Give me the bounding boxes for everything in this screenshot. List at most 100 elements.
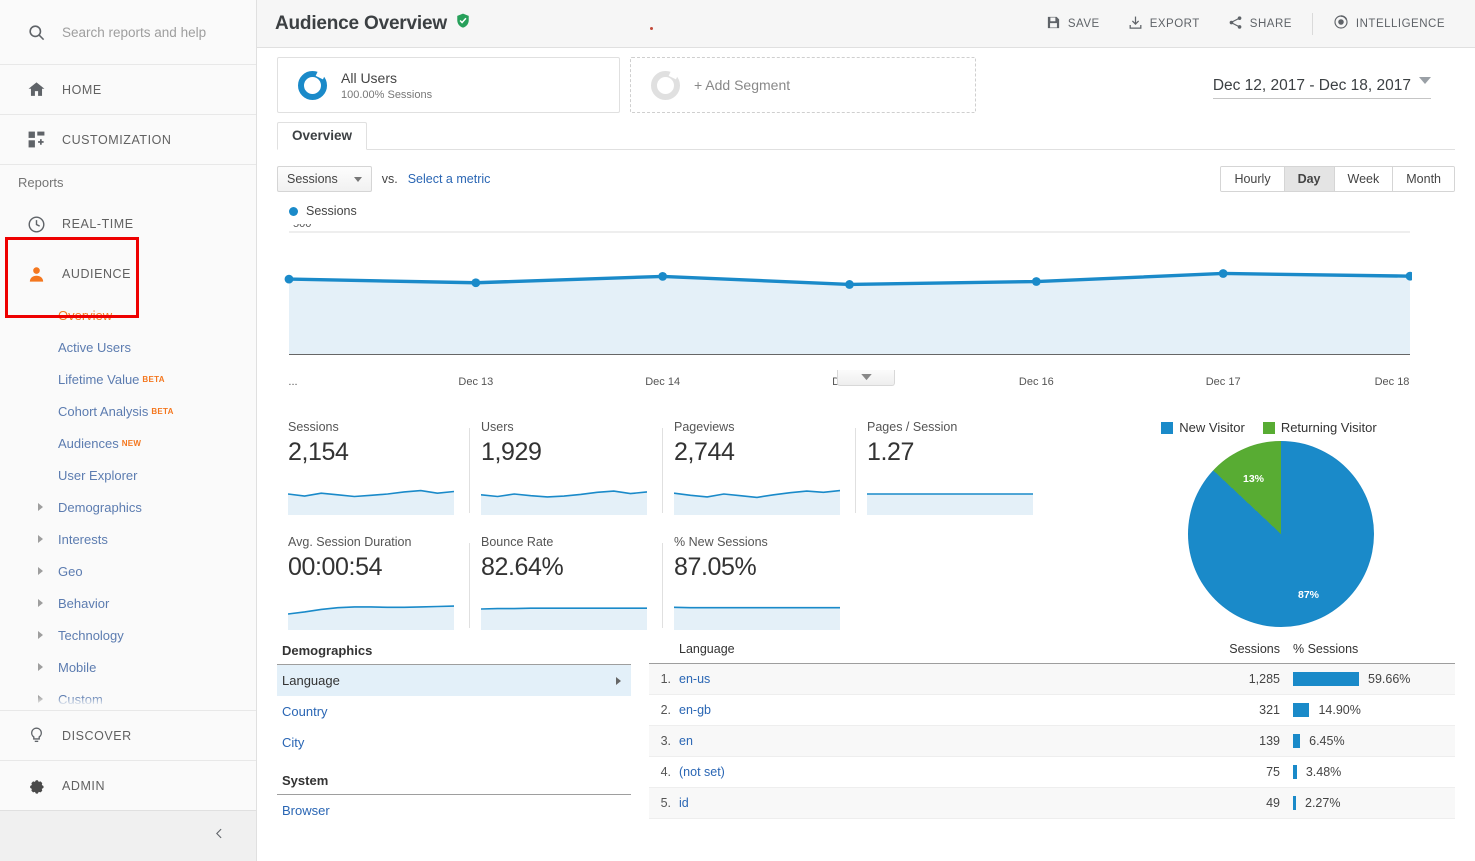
metric-card-value: 1,929 xyxy=(481,438,542,466)
add-segment-button[interactable]: + Add Segment xyxy=(630,57,976,113)
sidebar-item-label: Custom xyxy=(58,691,103,707)
row-language[interactable]: en xyxy=(679,734,1220,748)
row-sessions: 75 xyxy=(1266,765,1280,779)
share-label: SHARE xyxy=(1249,17,1292,30)
metric-select-dropdown[interactable]: Sessions xyxy=(277,166,372,192)
demographics-item-label: City xyxy=(282,735,305,750)
granularity-month[interactable]: Month xyxy=(1393,167,1454,191)
metric-card[interactable]: Sessions 2,154 xyxy=(277,420,470,521)
date-range-text: Dec 12, 2017 - Dec 18, 2017 xyxy=(1212,76,1411,94)
table-row[interactable]: 4. (not set) 75 3.48% xyxy=(649,757,1455,788)
demographics-item-label: Country xyxy=(282,704,328,719)
page-title: Audience Overview xyxy=(275,12,471,35)
granularity-toggle: Hourly Day Week Month xyxy=(1220,166,1455,192)
x-axis-tick: ... xyxy=(288,376,298,388)
metric-sparkline xyxy=(673,588,840,636)
row-index: 4. xyxy=(660,765,671,779)
table-row[interactable]: 2. en-gb 321 14.90% xyxy=(649,695,1455,726)
row-language[interactable]: en-gb xyxy=(679,703,1220,717)
system-item-browser[interactable]: Browser xyxy=(277,795,631,826)
sidebar-collapse-button[interactable] xyxy=(0,810,256,861)
sidebar-item-active-users[interactable]: Active Users xyxy=(0,331,256,363)
table-row[interactable]: 5. id 49 2.27% xyxy=(649,788,1455,819)
segment-all-users[interactable]: All Users 100.00% Sessions xyxy=(277,57,620,113)
search-input[interactable] xyxy=(58,24,238,40)
sidebar-item-label: Mobile xyxy=(58,659,97,675)
sidebar-item-label: DISCOVER xyxy=(62,728,132,743)
x-axis-tick: Dec 13 xyxy=(458,376,494,388)
intelligence-button[interactable]: INTELLIGENCE xyxy=(1319,9,1459,39)
metric-card-label: Pages / Session xyxy=(867,420,958,434)
sidebar-item-geo[interactable]: Geo xyxy=(0,555,256,587)
export-button[interactable]: EXPORT xyxy=(1114,9,1214,39)
share-button[interactable]: SHARE xyxy=(1214,9,1306,39)
demographics-item-city[interactable]: City xyxy=(277,727,631,758)
row-index: 3. xyxy=(660,734,671,748)
row-language[interactable]: id xyxy=(679,796,1220,810)
sidebar-item-real-time[interactable]: REAL-TIME xyxy=(0,199,256,249)
sessions-line-chart[interactable]: 250500 xyxy=(277,218,1455,386)
chart-expand-handle[interactable] xyxy=(837,370,895,386)
export-label: EXPORT xyxy=(1149,17,1200,30)
sidebar-item-customization[interactable]: CUSTOMIZATION xyxy=(0,115,256,165)
date-range-picker[interactable]: Dec 12, 2017 - Dec 18, 2017 xyxy=(1212,72,1431,99)
table-row[interactable]: 1. en-us 1,285 59.66% xyxy=(649,664,1455,695)
sidebar-item-demographics[interactable]: Demographics xyxy=(0,491,256,523)
table-body: 1. en-us 1,285 59.66% 2. en-gb 321 14.90% 3. en 13… xyxy=(649,664,1455,819)
granularity-hourly[interactable]: Hourly xyxy=(1221,167,1285,191)
pie-graphic[interactable]: 13% 87% xyxy=(1188,441,1374,627)
report-content: Overview Sessions vs. Select a metric Ho… xyxy=(257,122,1475,861)
sidebar-item-audiences[interactable]: Audiences NEW xyxy=(0,427,256,459)
chevron-right-icon xyxy=(38,535,43,543)
metric-card-value: 2,154 xyxy=(288,438,349,466)
sidebar-item-discover[interactable]: DISCOVER xyxy=(0,710,256,760)
x-axis-tick: Dec 18 xyxy=(1374,376,1410,388)
clock-icon xyxy=(14,215,58,234)
metric-card[interactable]: % New Sessions 87.05% xyxy=(663,535,856,636)
tab-overview[interactable]: Overview xyxy=(277,122,368,150)
modified-indicator-dot xyxy=(650,27,653,30)
demographics-item-country[interactable]: Country xyxy=(277,696,631,727)
sidebar-item-audience[interactable]: AUDIENCE xyxy=(0,249,256,299)
metric-card[interactable]: Pages / Session 1.27 xyxy=(856,420,1049,521)
tab-label: Overview xyxy=(292,128,353,143)
metric-card[interactable]: Pageviews 2,744 xyxy=(663,420,856,521)
metric-sparkline xyxy=(480,588,647,636)
sidebar-item-home[interactable]: HOME xyxy=(0,65,256,115)
sidebar-item-cohort-analysis[interactable]: Cohort Analysis BETA xyxy=(0,395,256,427)
save-button[interactable]: SAVE xyxy=(1032,9,1114,39)
table-row[interactable]: 3. en 139 6.45% xyxy=(649,726,1455,757)
chevron-right-icon xyxy=(38,567,43,575)
visitor-pie-chart: New Visitor Returning Visitor 13% 87% xyxy=(1049,420,1455,627)
demographics-item-language[interactable]: Language xyxy=(277,665,631,696)
sidebar-item-technology[interactable]: Technology xyxy=(0,619,256,651)
sidebar-item-overview[interactable]: Overview xyxy=(0,299,256,331)
metric-card[interactable]: Avg. Session Duration 00:00:54 xyxy=(277,535,470,636)
legend-color-swatch xyxy=(289,206,298,216)
row-pct-label: 14.90% xyxy=(1318,703,1361,717)
pie-slice-label-new: 87% xyxy=(1298,589,1320,601)
chevron-down-icon xyxy=(353,176,362,182)
metric-card[interactable]: Bounce Rate 82.64% xyxy=(470,535,663,636)
metric-card-label: % New Sessions xyxy=(674,535,768,549)
sidebar-item-mobile[interactable]: Mobile xyxy=(0,651,256,683)
sidebar-item-label: Active Users xyxy=(58,339,131,355)
sidebar-item-behavior[interactable]: Behavior xyxy=(0,587,256,619)
row-pct-bar xyxy=(1293,703,1310,717)
granularity-week[interactable]: Week xyxy=(1334,167,1394,191)
metric-card[interactable]: Users 1,929 xyxy=(470,420,663,521)
row-pct-cell: 3.48% xyxy=(1280,765,1455,779)
row-language[interactable]: en-us xyxy=(679,672,1220,686)
home-icon xyxy=(14,80,58,99)
sidebar-item-admin[interactable]: ADMIN xyxy=(0,760,256,810)
select-metric-link[interactable]: Select a metric xyxy=(408,172,491,186)
page-title-text: Audience Overview xyxy=(275,12,447,34)
sidebar-item-user-explorer[interactable]: User Explorer xyxy=(0,459,256,491)
row-language[interactable]: (not set) xyxy=(679,765,1220,779)
sidebar-item-interests[interactable]: Interests xyxy=(0,523,256,555)
granularity-day[interactable]: Day xyxy=(1284,167,1335,191)
search-bar[interactable] xyxy=(0,0,256,65)
sidebar-item-lifetime-value[interactable]: Lifetime Value BETA xyxy=(0,363,256,395)
row-sessions: 139 xyxy=(1259,734,1280,748)
person-icon xyxy=(14,265,58,284)
